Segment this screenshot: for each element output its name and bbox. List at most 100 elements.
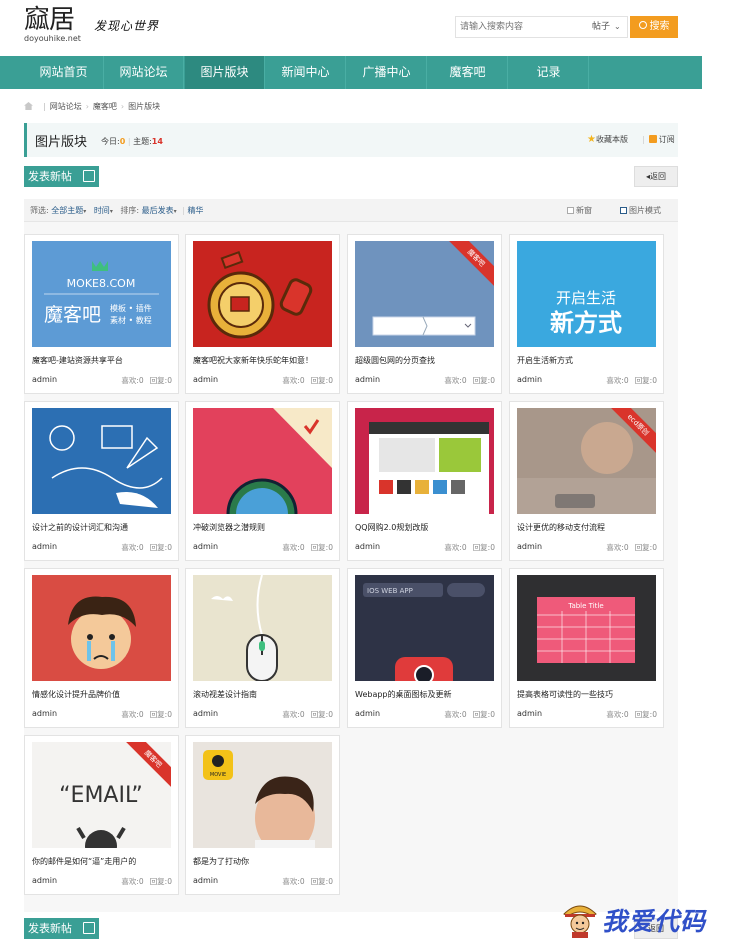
thread-title[interactable]: QQ网购2.0规划改版 — [355, 522, 497, 533]
topics-label: 主题: — [133, 137, 152, 146]
favorite-link[interactable]: ★收藏本版 — [587, 134, 628, 145]
thread-card[interactable]: IOS WEB APP Webapp的桌面图标及更新 admin 喜欢:0 回复:0 — [347, 568, 502, 728]
thread-stats: 喜欢:0 回复:0 — [282, 375, 333, 386]
today-count: 0 — [119, 137, 126, 146]
thread-author[interactable]: admin — [32, 542, 57, 551]
thread-author[interactable]: admin — [517, 709, 542, 718]
filter-all-topics[interactable]: 全部主题 — [51, 206, 83, 215]
thread-card[interactable]: 情感化设计提升品牌价值 admin 喜欢:0 回复:0 — [24, 568, 179, 728]
thread-title[interactable]: 魔客吧祝大家新年快乐蛇年如意！ — [193, 355, 335, 366]
nav-item-pictures[interactable]: 图片版块 — [185, 56, 265, 89]
chevron-down-icon: ▾ — [109, 208, 113, 215]
thread-thumbnail[interactable]: 开启生活 新方式 — [517, 241, 656, 347]
thread-title[interactable]: 提高表格可读性的一些技巧 — [517, 689, 659, 700]
nav-item-broadcast[interactable]: 广播中心 — [347, 56, 427, 89]
thread-title[interactable]: 超级圆包网的分页查找 — [355, 355, 497, 366]
thread-card[interactable]: 设计之前的设计词汇和沟通 admin 喜欢:0 回复:0 — [24, 401, 179, 561]
thread-thumbnail[interactable]: 魔客吧 — [355, 241, 494, 347]
thread-title[interactable]: 冲破浏览器之潜规则 — [193, 522, 335, 533]
thread-author[interactable]: admin — [193, 709, 218, 718]
thread-card[interactable]: 冲破浏览器之潜规则 admin 喜欢:0 回复:0 — [185, 401, 340, 561]
chevron-down-icon: ▾ — [83, 208, 87, 215]
breadcrumb-forum[interactable]: 网站论坛 — [50, 102, 82, 111]
thread-thumbnail[interactable] — [193, 408, 332, 514]
replies-label: 回复: — [310, 543, 329, 552]
thread-thumbnail[interactable]: IOS WEB APP — [355, 575, 494, 681]
filter-time[interactable]: 时间 — [94, 206, 110, 215]
thread-title[interactable]: 都是为了打动你 — [193, 856, 335, 867]
thread-thumbnail[interactable]: Table Title — [517, 575, 656, 681]
nav-item-home[interactable]: 网站首页 — [24, 56, 104, 89]
replies-label: 回复: — [310, 376, 329, 385]
thread-card[interactable]: QQ网购2.0规划改版 admin 喜欢:0 回复:0 — [347, 401, 502, 561]
thread-thumbnail[interactable]: MOKE8.COM 魔客吧 模板 • 插件 素材 • 教程 — [32, 241, 171, 347]
sketch-image — [49, 425, 163, 508]
thread-stats: 喜欢:0 回复:0 — [444, 709, 495, 720]
nav-item-moke[interactable]: 魔客吧 — [428, 56, 508, 89]
new-window-toggle[interactable]: 新窗 — [567, 199, 592, 222]
thread-title[interactable]: 开启生活新方式 — [517, 355, 659, 366]
thread-thumbnail[interactable] — [32, 408, 171, 514]
thread-author[interactable]: admin — [193, 542, 218, 551]
thread-thumbnail[interactable] — [193, 575, 332, 681]
replies-label: 回复: — [149, 877, 168, 886]
nav-item-forum[interactable]: 网站论坛 — [104, 56, 184, 89]
thread-title[interactable]: Webapp的桌面图标及更新 — [355, 689, 497, 700]
thread-author[interactable]: admin — [355, 709, 380, 718]
forum-title: 图片版块 — [35, 135, 88, 150]
replies-label: 回复: — [634, 376, 653, 385]
thread-thumbnail[interactable]: “EMAIL” 魔客吧 — [32, 742, 171, 848]
thread-thumbnail[interactable] — [193, 241, 332, 347]
search-type-select[interactable]: 帖子 ⌄ — [592, 17, 621, 37]
thread-author[interactable]: admin — [355, 375, 380, 384]
new-post-button[interactable]: 发表新帖 — [24, 166, 99, 187]
thread-title[interactable]: 魔客吧-建站资源共享平台 — [32, 355, 174, 366]
home-icon[interactable] — [24, 102, 33, 110]
thread-card[interactable]: 开启生活 新方式 开启生活新方式 admin 喜欢:0 回复:0 — [509, 234, 664, 394]
nav-item-news[interactable]: 新闻中心 — [266, 56, 346, 89]
picture-mode-toggle[interactable]: 图片模式 — [620, 199, 661, 222]
thread-author[interactable]: admin — [517, 542, 542, 551]
breadcrumb-moke[interactable]: 魔客吧 — [93, 102, 117, 111]
thread-title[interactable]: 情感化设计提升品牌价值 — [32, 689, 174, 700]
thread-card[interactable]: MOKE8.COM 魔客吧 模板 • 插件 素材 • 教程魔客吧-建站资源共享平台 ad… — [24, 234, 179, 394]
thread-card[interactable]: MOVIE 都是为了打动你 admin 喜欢:0 回复:0 — [185, 735, 340, 895]
filter-bar: 筛选: 全部主题▾ 时间▾ 排序: 最后发表▾ | 精华 新窗 图片模式 — [24, 199, 678, 222]
sort-last-post[interactable]: 最后发表 — [142, 206, 174, 215]
thread-card[interactable]: ecd原创 设计更优的移动支付流程 admin 喜欢:0 回复:0 — [509, 401, 664, 561]
replies-label: 回复: — [634, 543, 653, 552]
crying-boy-image — [68, 596, 136, 669]
page: { "header": { "logo_text": "窳居", "logo_d… — [0, 0, 744, 943]
thread-card[interactable]: “EMAIL” 魔客吧 你的邮件是如何“逼”走用户的 admin 喜欢:0 回复:0 — [24, 735, 179, 895]
thread-author[interactable]: admin — [517, 375, 542, 384]
thread-card[interactable]: 魔客吧祝大家新年快乐蛇年如意！ admin 喜欢:0 回复:0 — [185, 234, 340, 394]
thread-thumbnail[interactable]: ecd原创 — [517, 408, 656, 514]
site-logo[interactable]: 窳居 doyouhike.net — [24, 6, 84, 46]
thread-stats: 喜欢:0 回复:0 — [121, 375, 172, 386]
replies-count: 0 — [167, 877, 172, 886]
thread-card[interactable]: Table Title 提高表格可读性的一些技巧 admin 喜欢:0 回复:0 — [509, 568, 664, 728]
thread-author[interactable]: admin — [32, 709, 57, 718]
search-button[interactable]: 搜索 — [630, 16, 678, 38]
thread-title[interactable]: 滚动视差设计指南 — [193, 689, 335, 700]
thread-title[interactable]: 设计之前的设计词汇和沟通 — [32, 522, 174, 533]
thread-author[interactable]: admin — [193, 876, 218, 885]
nav-item-records[interactable]: 记录 — [509, 56, 589, 89]
thread-stats: 喜欢:0 回复:0 — [121, 709, 172, 720]
thread-title[interactable]: 你的邮件是如何“逼”走用户的 — [32, 856, 174, 867]
back-button[interactable]: ◂返回 — [634, 166, 678, 187]
thread-author[interactable]: admin — [355, 542, 380, 551]
thread-title[interactable]: 设计更优的移动支付流程 — [517, 522, 659, 533]
search-input[interactable] — [456, 17, 588, 37]
thread-thumbnail[interactable] — [355, 408, 494, 514]
thread-thumbnail[interactable] — [32, 575, 171, 681]
thread-author[interactable]: admin — [193, 375, 218, 384]
subscribe-link[interactable]: | 订阅 — [642, 134, 675, 145]
thread-card[interactable]: 滚动视差设计指南 admin 喜欢:0 回复:0 — [185, 568, 340, 728]
thread-card[interactable]: 魔客吧 超级圆包网的分页查找 admin 喜欢:0 回复:0 — [347, 234, 502, 394]
thread-thumbnail[interactable]: MOVIE — [193, 742, 332, 848]
new-post-button-bottom[interactable]: 发表新帖 — [24, 918, 99, 939]
filter-digest[interactable]: 精华 — [187, 206, 203, 215]
thread-author[interactable]: admin — [32, 375, 57, 384]
thread-author[interactable]: admin — [32, 876, 57, 885]
